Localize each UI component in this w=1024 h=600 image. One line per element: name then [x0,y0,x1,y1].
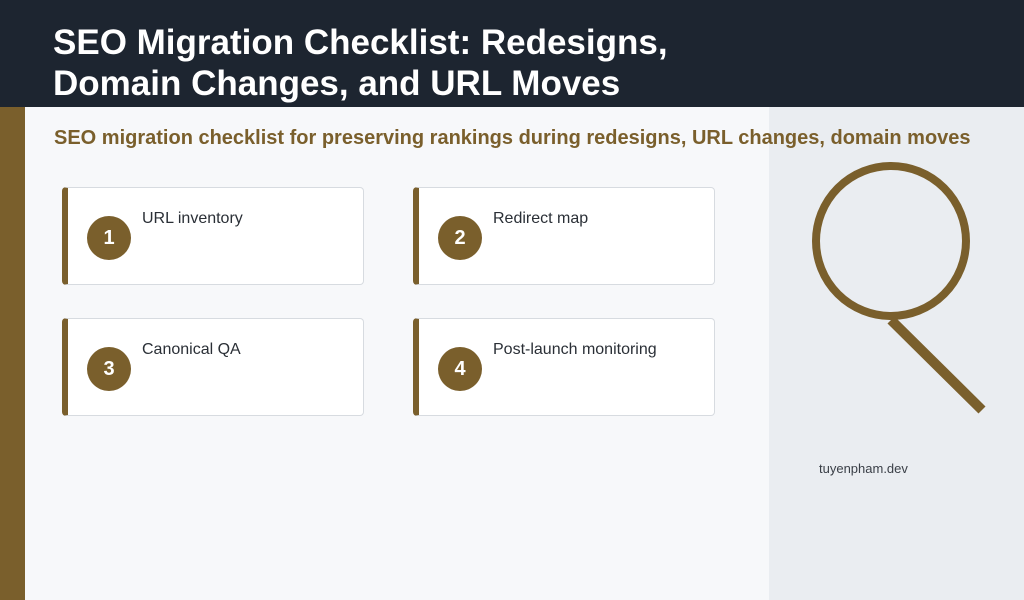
page-subtitle: SEO migration checklist for preserving r… [54,127,971,149]
header: SEO Migration Checklist: Redesigns, Doma… [0,0,1024,107]
step-label: Canonical QA [142,341,241,358]
step-label: Redirect map [493,210,589,227]
step-number-badge: 3 [87,347,131,391]
step-card-3: 3 Canonical QA [62,318,364,416]
site-credit: tuyenpham.dev [819,461,908,476]
step-number-badge: 4 [438,347,482,391]
step-label: Post-launch monitoring [493,341,657,358]
left-accent-bar [0,107,25,600]
step-number-badge: 2 [438,216,482,260]
step-card-1: 1 URL inventory [62,187,364,285]
step-card-4: 4 Post-launch monitoring [413,318,715,416]
page-title: SEO Migration Checklist: Redesigns, Doma… [53,23,668,103]
step-number-badge: 1 [87,216,131,260]
step-card-2: 2 Redirect map [413,187,715,285]
magnifying-glass-icon [812,162,986,414]
step-label: URL inventory [142,210,243,227]
